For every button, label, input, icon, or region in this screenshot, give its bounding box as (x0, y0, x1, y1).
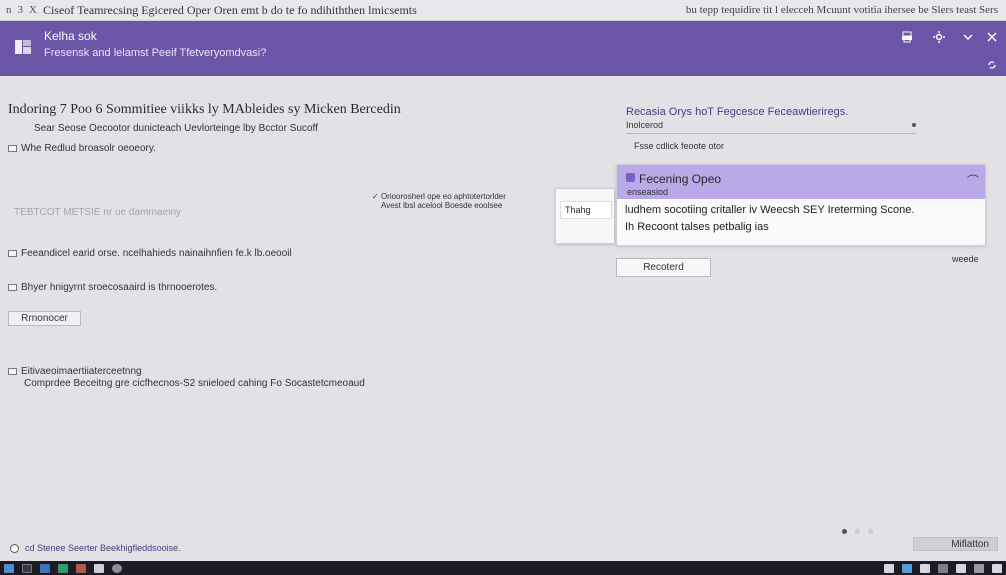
files-icon[interactable] (58, 563, 68, 573)
action-button[interactable]: Rrnonocer (8, 311, 81, 326)
sync-icon[interactable] (985, 58, 999, 72)
option-row[interactable]: Eitivaeoimaertiiaterceetnng (8, 366, 142, 377)
popup-text: Ih Recoont talses petbalig ias (625, 221, 769, 233)
back-button[interactable]: n (6, 4, 12, 16)
tooltip: Thahg (555, 188, 615, 244)
tray-icon-5[interactable] (956, 563, 966, 573)
panel-input-value: Inolcerod (626, 120, 664, 130)
detail-text: Comprdee Beceitng gre cicfhecnos-S2 snie… (24, 378, 365, 389)
popup-action-button[interactable]: Recoterd (616, 258, 711, 277)
option-row[interactable]: Whe Redlud broasolr oeoeory. (8, 143, 156, 154)
titlebar-right-text: bu tepp tequidire tit l elecceh Mcuunt v… (685, 4, 998, 16)
notice-line: Orioorosherl ope eo aphtotertorlder (380, 192, 506, 201)
option-row[interactable]: Feeandicel earid orse. ncelhahieds naina… (8, 248, 292, 259)
next-button[interactable]: Miflatton (913, 537, 998, 551)
tray-icon-6[interactable] (974, 563, 984, 573)
close-tab-button[interactable]: X (29, 4, 37, 16)
notice-block: ✓ Orioorosherl ope eo aphtotertorlder Av… (372, 192, 506, 210)
tray-icon-4[interactable] (938, 563, 948, 573)
option-label: Bhyer hnigyrnt sroecosaaird is thrnooero… (21, 282, 218, 293)
faded-row: TEBTCOT METSIE nr ue damrnaeiny (14, 207, 182, 218)
status-text: cd Stenee Seerter Beekhigfleddsooise. (25, 543, 181, 553)
photo-icon[interactable] (76, 563, 86, 573)
forward-button[interactable]: 3 (18, 4, 24, 16)
pager (842, 529, 873, 534)
app-icon-2[interactable] (112, 563, 122, 573)
popup-text: ludhem socotiing critaller iv Weecsh SEY… (625, 204, 915, 216)
mail-icon[interactable] (40, 563, 50, 573)
window-titlebar: n 3 X Ciseof Teamrecsing Egicered Oper O… (0, 0, 1006, 21)
tray-icon-2[interactable] (902, 563, 912, 573)
tray-icon-7[interactable] (992, 563, 1002, 573)
notice-line: Avest lbsl acelool Boesde eoolsee (381, 201, 503, 210)
collapse-icon[interactable]: ⌒ (967, 172, 979, 189)
radio-icon[interactable] (10, 543, 19, 553)
chevron-down-icon[interactable] (961, 30, 975, 44)
option-label: Feeandicel earid orse. ncelhahieds naina… (21, 248, 292, 259)
panel-note: Fsse cdlick feoote otor (634, 141, 725, 151)
option-label: Eitivaeoimaertiiaterceetnng (21, 366, 142, 377)
status-row[interactable]: cd Stenee Seerter Beekhigfleddsooise. (10, 543, 181, 553)
window-title: Ciseof Teamrecsing Egicered Oper Oren em… (42, 2, 417, 17)
page-dot[interactable] (855, 529, 860, 534)
checkbox-icon[interactable] (8, 283, 17, 291)
popup-card: Fecening Opeo enseasiod ⌒ ludhem socotii… (616, 164, 986, 246)
print-icon[interactable] (900, 30, 914, 44)
checkbox-icon[interactable] (8, 249, 17, 257)
clear-icon[interactable] (912, 123, 916, 127)
panel-title: Recasia Orys hoT Fegcesce Feceawtierireg… (626, 106, 849, 118)
checkbox-icon[interactable] (8, 367, 17, 375)
tray-icon-1[interactable] (884, 563, 894, 573)
settings-icon[interactable] (932, 30, 946, 44)
page-dot[interactable] (868, 529, 873, 534)
close-icon[interactable] (985, 30, 999, 44)
popup-app-icon (626, 173, 635, 182)
popup-title: Fecening Opeo (639, 172, 722, 186)
search-icon[interactable] (22, 563, 32, 573)
page-title: Indoring 7 Poo 6 Sommitiee viikks ly MAb… (8, 102, 401, 117)
popup-header[interactable]: Fecening Opeo enseasiod ⌒ (617, 165, 985, 199)
option-label: Whe Redlud broasolr oeoeory. (21, 143, 156, 154)
page-subtitle: Sear Seose Oecootor dunicteach Uevlortei… (34, 123, 318, 134)
app-icon[interactable] (94, 563, 104, 573)
panel-input[interactable]: Inolcerod (626, 120, 916, 134)
page-dot[interactable] (842, 529, 847, 534)
start-icon[interactable] (4, 563, 14, 573)
app-subtitle: Fresensk and lelamst Peeif Tfetveryomdva… (44, 47, 267, 59)
app-header: Kelha sok Fresensk and lelamst Peeif Tfe… (0, 21, 1006, 76)
app-logo-icon (15, 40, 31, 54)
check-icon: ✓ (372, 192, 381, 201)
option-row[interactable]: Bhyer hnigyrnt sroecosaaird is thrnooero… (8, 282, 217, 293)
app-title: Kelha sok (44, 29, 97, 43)
tray-icon-3[interactable] (920, 563, 930, 573)
taskbar (0, 561, 1006, 575)
tooltip-label: Thahg (560, 201, 612, 219)
checkbox-icon[interactable] (8, 144, 17, 152)
side-link[interactable]: weede (952, 254, 979, 264)
nav-controls: n 3 X (0, 4, 43, 16)
popup-subtitle: enseasiod (627, 187, 669, 197)
